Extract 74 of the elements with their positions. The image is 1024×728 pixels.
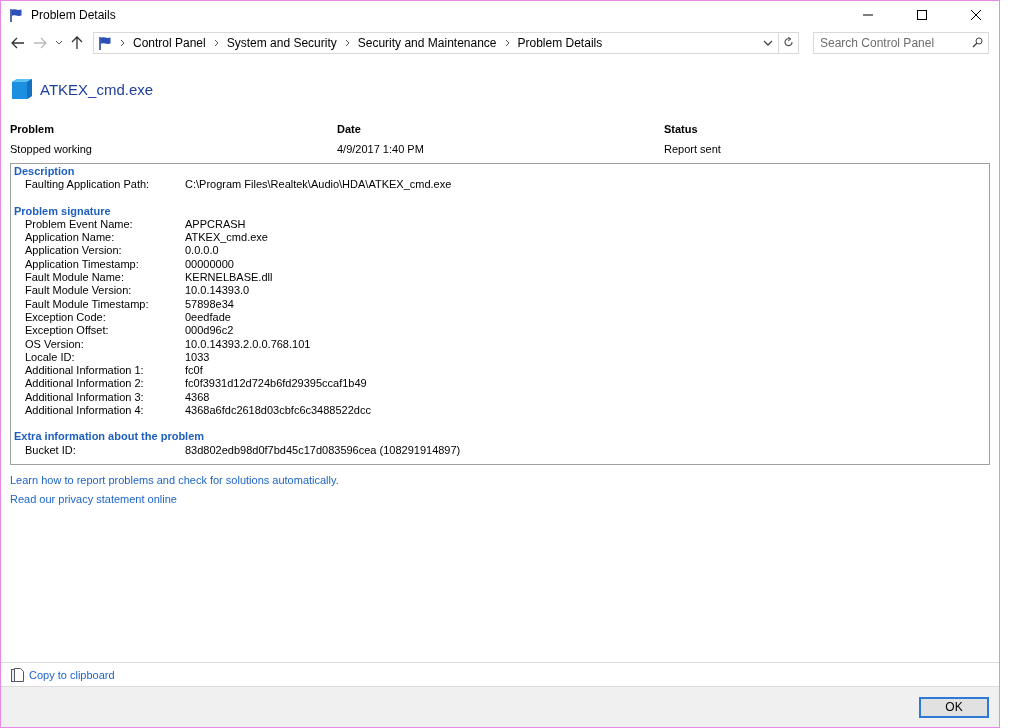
detail-value: 1033 — [185, 350, 211, 365]
clipboard-icon — [11, 667, 24, 682]
detail-label: Fault Module Name: — [25, 271, 126, 285]
ok-button[interactable]: OK — [919, 696, 989, 718]
breadcrumb-item[interactable]: System and Security — [226, 36, 337, 50]
detail-label: Application Timestamp: — [25, 257, 140, 272]
detail-value: 10.0.14393.0 — [185, 284, 251, 298]
detail-value: C:\Program Files\Realtek\Audio\HDA\ATKEX_cmd.exe — [185, 178, 453, 192]
detail-value: ATKEX_cmd.exe — [185, 231, 269, 245]
detail-value: 0.0.0.0 — [185, 244, 220, 258]
detail-value: 10.0.14393.2.0.0.768.101 — [185, 337, 312, 351]
address-bar[interactable]: Control Panel System and Security Security and Maintenance Problem Details — [93, 32, 799, 54]
detail-label: Fault Module Version: — [25, 284, 133, 298]
summary-value: Report sent — [664, 143, 722, 155]
cube-icon — [10, 77, 34, 101]
detail-value: fc0f — [185, 364, 204, 378]
up-arrow-icon — [71, 36, 83, 50]
summary-value: 4/9/2017 1:40 PM — [337, 143, 425, 155]
chevron-icon — [504, 39, 510, 47]
section-title: Extra information about the problem — [14, 430, 206, 444]
back-arrow-icon — [11, 37, 25, 49]
help-link[interactable]: Read our privacy statement online — [10, 492, 177, 505]
section-title: Description — [14, 165, 76, 179]
detail-label: Exception Offset: — [25, 324, 110, 338]
refresh-icon — [783, 37, 794, 49]
forward-arrow-icon — [33, 37, 47, 49]
copy-to-clipboard-link[interactable]: Copy to clipboard — [29, 668, 115, 681]
detail-label: OS Version: — [25, 337, 85, 351]
breadcrumb-item[interactable]: Problem Details — [517, 36, 603, 50]
detail-value: 0eedfade — [185, 310, 232, 325]
caret-icon — [55, 40, 63, 46]
breadcrumb-item[interactable]: Control Panel — [133, 36, 206, 50]
detail-value: 4368 — [185, 390, 211, 405]
summary-value: Stopped working — [10, 143, 93, 155]
help-link[interactable]: Learn how to report problems and check for solutions automatically. — [10, 473, 339, 486]
window-title: Problem Details — [31, 8, 117, 22]
search-field[interactable]: Search Control Panel — [813, 32, 989, 54]
close-icon — [971, 10, 981, 20]
detail-label: Faulting Application Path: — [25, 178, 151, 192]
detail-label: Application Version: — [25, 244, 123, 258]
detail-label: Additional Information 4: — [25, 404, 145, 418]
detail-label: Application Name: — [25, 231, 116, 245]
detail-label: Additional Information 1: — [25, 364, 145, 378]
detail-value: fc0f3931d12d724b6fd29395ccaf1b49 — [185, 377, 368, 391]
detail-label: Additional Information 3: — [25, 390, 145, 405]
chevron-icon — [120, 39, 125, 47]
summary-heading: Problem — [10, 123, 55, 135]
detail-value: 57898e34 — [185, 297, 235, 311]
detail-value: 83d802edb98d0f7bd45c17d083596cea (108291914897) — [185, 443, 462, 457]
maximize-icon — [917, 10, 927, 20]
summary-heading: Status — [664, 123, 699, 135]
detail-label: Problem Event Name: — [25, 217, 134, 232]
detail-value: 000d96c2 — [185, 324, 235, 338]
up-button[interactable] — [69, 34, 85, 52]
detail-value: APPCRASH — [185, 217, 247, 232]
flag-icon — [98, 36, 112, 50]
detail-label: Bucket ID: — [25, 443, 77, 457]
detail-value: KERNELBASE.dll — [185, 271, 274, 285]
app-name: ATKEX_cmd.exe — [40, 80, 154, 98]
chevron-icon — [344, 39, 350, 47]
flag-icon — [9, 8, 23, 22]
detail-value: 4368a6fdc2618d03cbfc6c3488522dcc — [185, 404, 372, 418]
back-button[interactable] — [9, 35, 27, 51]
detail-label: Exception Code: — [25, 310, 107, 325]
search-icon[interactable] — [972, 37, 983, 48]
dropdown-icon[interactable] — [763, 40, 773, 46]
section-title: Problem signature — [14, 204, 112, 218]
chevron-icon — [213, 39, 219, 47]
detail-label: Fault Module Timestamp: — [25, 297, 150, 311]
summary-heading: Date — [337, 123, 362, 135]
detail-value: 00000000 — [185, 257, 235, 272]
detail-label: Additional Information 2: — [25, 377, 145, 391]
detail-label: Locale ID: — [25, 350, 76, 365]
breadcrumb-item[interactable]: Security and Maintenance — [357, 36, 497, 50]
